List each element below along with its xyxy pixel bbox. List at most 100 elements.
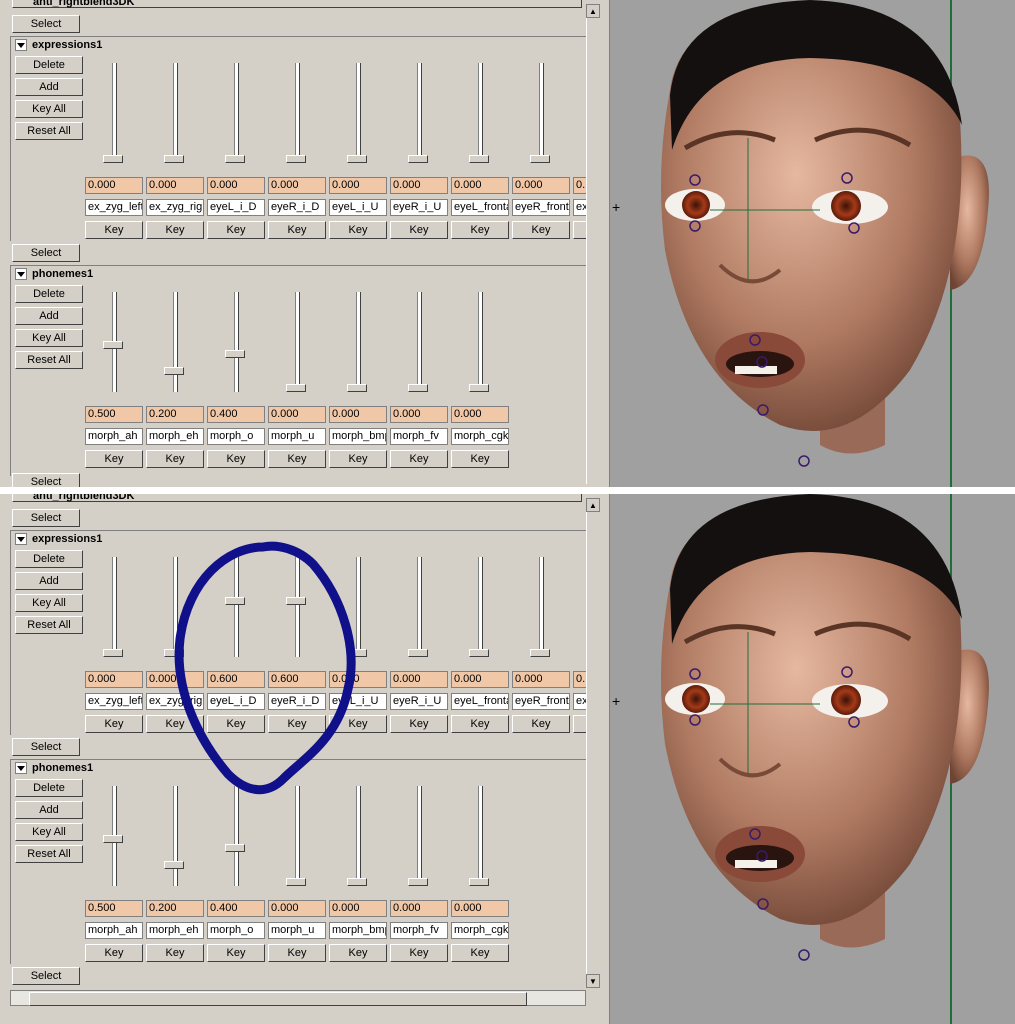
value-field[interactable]: 0.000 (268, 406, 326, 423)
slider-track[interactable] (478, 786, 483, 886)
value-field[interactable]: 0.600 (268, 671, 326, 688)
key-all-button[interactable]: Key All (15, 329, 83, 347)
value-field[interactable]: 0.000 (329, 900, 387, 917)
key-button[interactable]: Key (390, 944, 448, 962)
target-name-field[interactable]: eyeL_fronta (451, 693, 509, 710)
slider-handle[interactable] (408, 649, 428, 657)
slider-track[interactable] (295, 786, 300, 886)
value-field[interactable]: 0.000 (390, 177, 448, 194)
delete-button[interactable]: Delete (15, 56, 83, 74)
target-name-field[interactable]: eyeL_i_D (207, 199, 265, 216)
target-name-field[interactable]: eyeL_i_U (329, 199, 387, 216)
target-name-field[interactable]: ex (573, 199, 587, 216)
reset-all-button[interactable]: Reset All (15, 351, 83, 369)
slider-handle[interactable] (225, 597, 245, 606)
key-button[interactable]: Key (85, 944, 143, 962)
scroll-thumb[interactable] (29, 992, 527, 1006)
horizontal-scrollbar[interactable] (10, 990, 586, 1006)
scroll-down-icon[interactable]: ▼ (586, 974, 600, 988)
key-button[interactable]: Key (329, 221, 387, 239)
slider-track[interactable] (417, 557, 422, 657)
key-all-button[interactable]: Key All (15, 823, 83, 841)
slider-handle[interactable] (347, 155, 367, 163)
slider-handle[interactable] (286, 878, 306, 886)
value-field[interactable]: 0.000 (451, 900, 509, 917)
vertical-scrollbar[interactable] (586, 4, 601, 484)
section-title[interactable]: expressions1 (15, 39, 102, 51)
key-button[interactable]: Key (512, 715, 570, 733)
slider-track[interactable] (478, 63, 483, 163)
slider-handle[interactable] (225, 349, 245, 358)
slider-handle[interactable] (408, 384, 428, 392)
3d-viewport[interactable]: + (610, 0, 1015, 487)
slider-track[interactable] (356, 786, 361, 886)
target-name-field[interactable]: morph_o (207, 428, 265, 445)
3d-viewport[interactable]: + (610, 494, 1015, 1024)
slider-handle[interactable] (469, 384, 489, 392)
slider-handle[interactable] (469, 155, 489, 163)
target-name-field[interactable]: eyeL_i_U (329, 693, 387, 710)
collapse-arrow-icon[interactable] (15, 533, 27, 545)
value-field[interactable]: 0.200 (146, 406, 204, 423)
value-field[interactable]: 0.000 (451, 671, 509, 688)
reset-all-button[interactable]: Reset All (15, 122, 83, 140)
add-button[interactable]: Add (15, 801, 83, 819)
target-name-field[interactable]: ex_zyg_righ (146, 199, 204, 216)
key-button[interactable]: Key (390, 715, 448, 733)
slider-handle[interactable] (164, 860, 184, 869)
value-field[interactable]: 0.600 (207, 671, 265, 688)
slider-handle[interactable] (103, 649, 123, 657)
add-button[interactable]: Add (15, 78, 83, 96)
slider-handle[interactable] (103, 835, 123, 843)
key-button[interactable]: Key (146, 221, 204, 239)
key-button[interactable]: Key (207, 221, 265, 239)
value-field[interactable]: 0.000 (390, 406, 448, 423)
value-field[interactable]: 0.000 (512, 671, 570, 688)
slider-track[interactable] (356, 292, 361, 392)
reset-all-button[interactable]: Reset All (15, 616, 83, 634)
slider-handle[interactable] (530, 155, 550, 163)
value-field[interactable]: 0.000 (451, 177, 509, 194)
target-name-field[interactable]: eyeR_front (512, 693, 570, 710)
slider-track[interactable] (173, 63, 178, 163)
target-name-field[interactable]: morph_cgk (451, 922, 509, 939)
key-button[interactable]: Key (146, 944, 204, 962)
target-name-field[interactable]: ex_zyg_left (85, 693, 143, 710)
target-name-field[interactable]: ex_zyg_righ (146, 693, 204, 710)
value-field[interactable]: 0.000 (390, 900, 448, 917)
slider-track[interactable] (295, 63, 300, 163)
target-name-field[interactable]: morph_eh (146, 428, 204, 445)
slider-handle[interactable] (164, 366, 184, 375)
slider-handle[interactable] (408, 878, 428, 886)
slider-handle[interactable] (286, 384, 306, 392)
key-button[interactable]: Key (207, 944, 265, 962)
key-button[interactable]: Key (85, 715, 143, 733)
slider-track[interactable] (356, 557, 361, 657)
target-name-field[interactable]: morph_eh (146, 922, 204, 939)
value-field[interactable]: 0.000 (390, 671, 448, 688)
slider-track[interactable] (417, 786, 422, 886)
slider-track[interactable] (295, 557, 300, 657)
slider-track[interactable] (234, 786, 239, 886)
select-button[interactable]: Select (12, 738, 80, 756)
target-name-field[interactable]: eyeL_i_D (207, 693, 265, 710)
blendshape-node-header[interactable]: anti_rightblend3DK (12, 494, 582, 502)
key-button[interactable]: Key (268, 450, 326, 468)
blendshape-node-header[interactable]: anti_rightblend3DK (12, 0, 582, 8)
select-button[interactable]: Select (12, 473, 80, 487)
key-button[interactable]: Key (146, 715, 204, 733)
add-button[interactable]: Add (15, 572, 83, 590)
select-button[interactable]: Select (12, 244, 80, 262)
target-name-field[interactable]: morph_o (207, 922, 265, 939)
slider-handle[interactable] (469, 649, 489, 657)
slider-handle[interactable] (103, 341, 123, 349)
key-button[interactable]: Key (451, 944, 509, 962)
section-title[interactable]: expressions1 (15, 533, 102, 545)
target-name-field[interactable]: morph_bmp (329, 922, 387, 939)
section-title[interactable]: phonemes1 (15, 762, 93, 774)
key-button[interactable]: Key (268, 944, 326, 962)
target-name-field[interactable]: eyeR_i_U (390, 199, 448, 216)
key-button[interactable]: Key (207, 450, 265, 468)
target-name-field[interactable]: ex (573, 693, 587, 710)
slider-track[interactable] (173, 292, 178, 392)
